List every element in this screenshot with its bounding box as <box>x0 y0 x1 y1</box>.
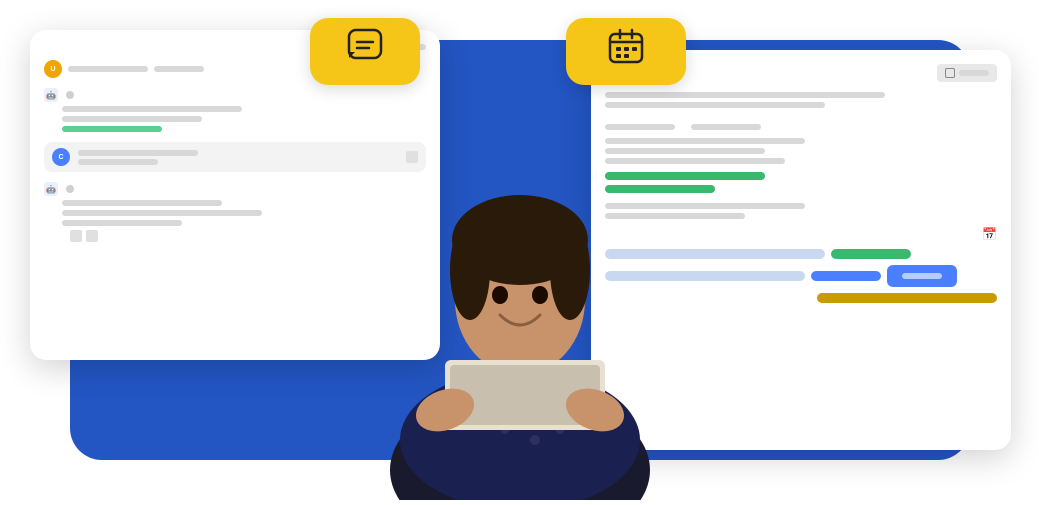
chat-badge-icon <box>347 28 383 69</box>
you-bar-2 <box>78 159 158 165</box>
tl-green-1 <box>831 249 911 259</box>
lesson-badge-icon <box>608 28 644 69</box>
tl-blue-1 <box>811 271 881 281</box>
calendar-icon: 📅 <box>982 227 997 241</box>
you-bar-1 <box>78 150 198 156</box>
export-button[interactable] <box>937 64 997 82</box>
msg-bar-2a <box>62 200 222 206</box>
ai-icon-1: 🤖 <box>44 88 58 102</box>
action-btn[interactable] <box>887 265 957 287</box>
btn-bar <box>902 273 942 279</box>
person-image <box>365 50 675 500</box>
export-bar <box>959 70 989 76</box>
tl-yellow-1 <box>817 293 997 303</box>
bar-1 <box>68 66 148 72</box>
msg-bar-1a <box>62 106 242 112</box>
chat-badge <box>310 18 420 85</box>
msg-bar-1b <box>62 116 202 122</box>
you-bars <box>78 150 398 165</box>
lesson-badge <box>566 18 686 85</box>
difficulty-block <box>691 118 761 130</box>
status-dot-2 <box>66 185 74 193</box>
copy-icon[interactable] <box>70 230 82 242</box>
msg-bar-green <box>62 126 162 132</box>
msg-bar-2c <box>62 220 182 226</box>
user-avatar: U <box>44 60 62 78</box>
bar-2 <box>154 66 204 72</box>
main-container: U 🤖 C <box>0 0 1039 500</box>
export-icon <box>945 68 955 78</box>
status-dot-1 <box>66 91 74 99</box>
difficulty-bar <box>691 124 761 130</box>
msg-bar-2b <box>62 210 262 216</box>
ai-icon-2: 🤖 <box>44 182 58 196</box>
you-avatar: C <box>52 148 70 166</box>
thumbs-icon[interactable] <box>86 230 98 242</box>
